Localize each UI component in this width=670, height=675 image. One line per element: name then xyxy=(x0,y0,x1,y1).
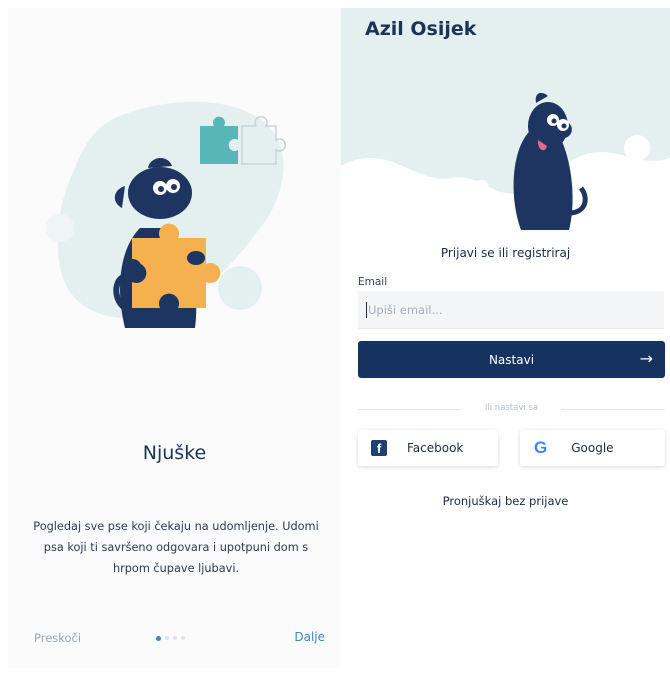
pagination-dots xyxy=(156,635,185,641)
divider-text: Ili nastavi sa xyxy=(484,403,539,413)
next-button[interactable]: Dalje xyxy=(294,630,325,644)
skip-button[interactable]: Preskoči xyxy=(34,631,81,645)
continue-button[interactable]: Nastavi → xyxy=(358,341,665,378)
onboarding-title: Njuške xyxy=(142,442,207,464)
divider: Ili nastavi sa xyxy=(358,403,665,415)
email-label: Email xyxy=(358,276,388,288)
google-button[interactable]: G Google xyxy=(520,430,665,466)
facebook-label: Facebook xyxy=(407,441,464,455)
divider-line-right xyxy=(561,409,665,410)
pagination-dot-active[interactable] xyxy=(156,635,161,641)
pagination-dot[interactable] xyxy=(181,636,185,640)
dog-puzzle-illustration xyxy=(46,101,286,328)
onboarding-description: Pogledaj sve pse koji čekaju na udomljen… xyxy=(33,520,319,575)
google-icon: G xyxy=(534,438,548,457)
email-input[interactable] xyxy=(358,291,664,329)
continue-label: Nastavi xyxy=(488,352,535,367)
facebook-icon: f xyxy=(371,440,387,456)
pagination-dot[interactable] xyxy=(165,636,169,640)
login-screen: Azil Osijek Prijavi se ili registriraj E… xyxy=(341,8,670,668)
facebook-button[interactable]: f Facebook xyxy=(358,430,498,466)
text-cursor xyxy=(366,302,367,318)
login-heading: Prijavi se ili registriraj xyxy=(440,246,571,260)
google-label: Google xyxy=(571,441,614,455)
dog-header-illustration xyxy=(341,8,670,230)
continue-as-guest-link[interactable]: Pronjuškaj bez prijave xyxy=(341,494,670,508)
app-title: Azil Osijek xyxy=(365,18,477,40)
onboarding-screen: Njuške Pogledaj sve pse koji čekaju na u… xyxy=(8,8,341,668)
onboarding-navigation: Preskoči Dalje xyxy=(8,628,341,648)
pagination-dot[interactable] xyxy=(173,636,177,640)
arrow-right-icon: → xyxy=(639,349,653,368)
